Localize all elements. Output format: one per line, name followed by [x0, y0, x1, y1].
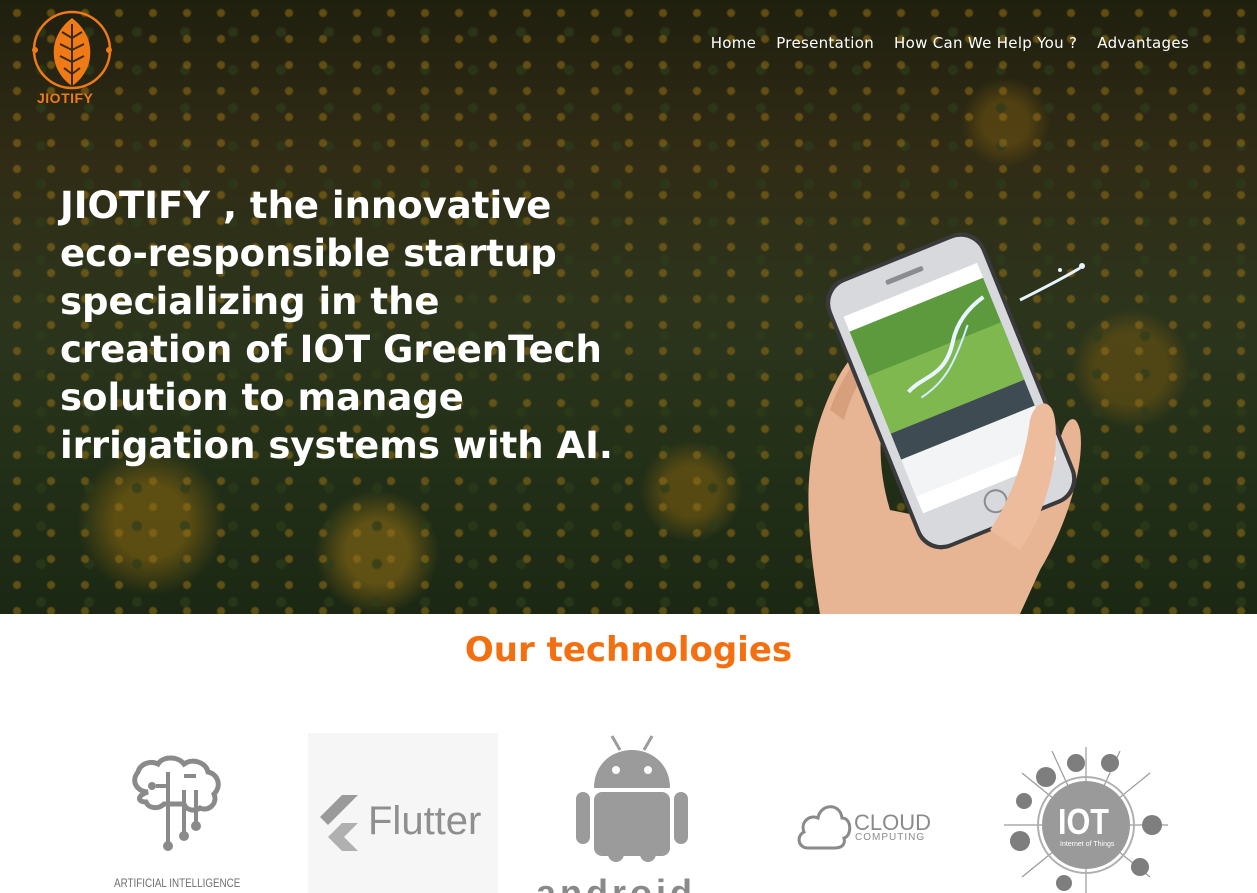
nav-home[interactable]: Home [711, 34, 757, 52]
tech-cloud: CLOUD COMPUTING [790, 798, 931, 858]
nav-how-can-we-help[interactable]: How Can We Help You ? [894, 34, 1077, 52]
hero-headline: JIOTIFY , the innovative eco-responsible… [60, 184, 613, 467]
nav-advantages[interactable]: Advantages [1097, 34, 1189, 52]
tech-iot: IOT Internet of Things [1000, 743, 1172, 893]
tech-flutter: Flutter [308, 733, 498, 893]
nav-presentation[interactable]: Presentation [776, 34, 874, 52]
tech-ai: ARTIFICIAL INTELLIGENCE [108, 752, 244, 893]
android-robot-icon [576, 735, 688, 862]
tech-iot-label: IOT [1058, 801, 1109, 842]
brain-circuit-icon [132, 755, 221, 851]
tech-flutter-label: Flutter [368, 799, 482, 843]
tech-iot-sublabel: Internet of Things [1060, 841, 1115, 848]
cloud-icon [797, 805, 852, 850]
technologies-title: Our technologies [464, 630, 793, 670]
tech-cloud-sublabel: COMPUTING [855, 832, 926, 843]
tech-android: android [536, 732, 728, 893]
tech-ai-label: ARTIFICIAL INTELLIGENCE [114, 876, 241, 890]
logo-wordmark: JIOTIFY [37, 90, 94, 106]
main-nav: Home Presentation How Can We Help You ? … [711, 34, 1189, 52]
hand-holding-phone-image [808, 232, 1085, 614]
hero-section: JIOTIFY Home Presentation How Can We Hel… [0, 0, 1257, 614]
flutter-logo-icon [320, 795, 358, 851]
tech-android-label: android [536, 872, 696, 893]
